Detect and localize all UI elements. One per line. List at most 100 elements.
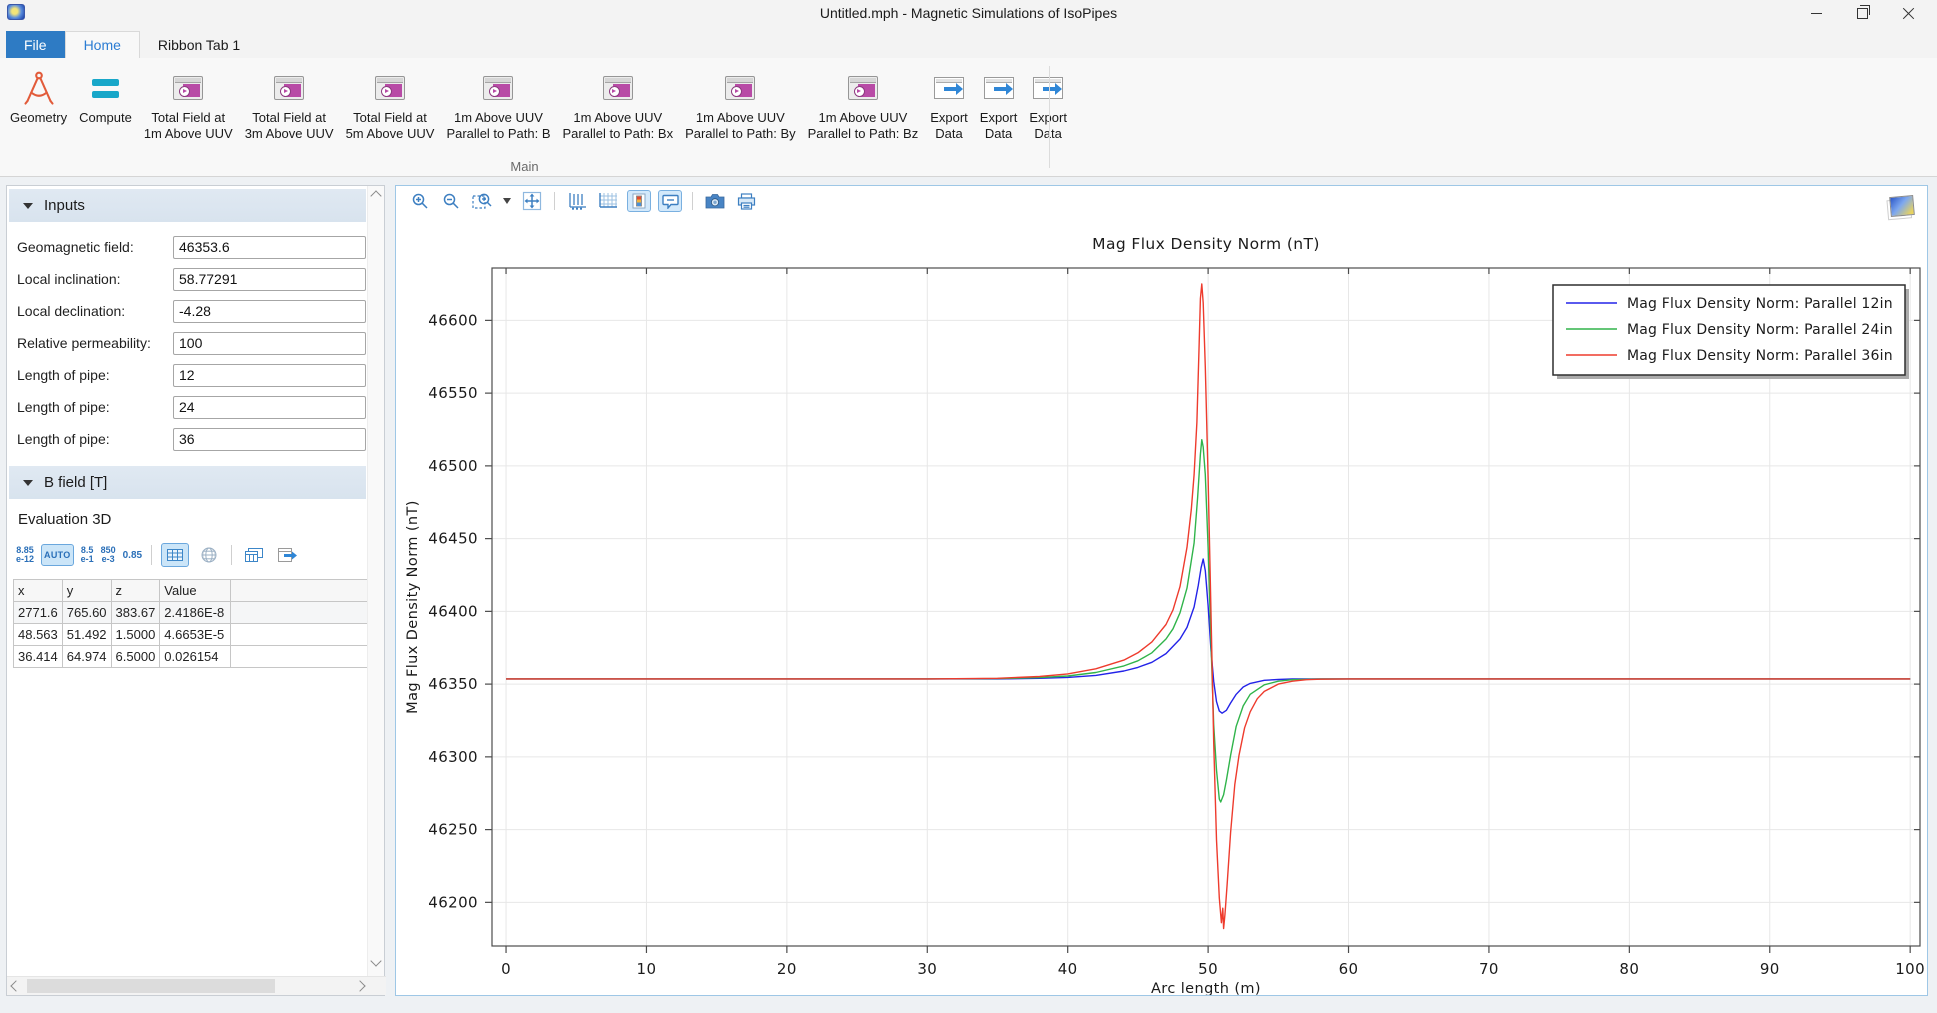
scroll-right-icon[interactable]: [354, 980, 365, 991]
legend-entry: Mag Flux Density Norm: Parallel 12in: [1627, 296, 1893, 312]
plot-parallel-bx-button[interactable]: 1m Above UUVParallel to Path: Bx: [557, 64, 680, 144]
pipe-length-36-input[interactable]: [173, 428, 366, 451]
zoom-box-button[interactable]: [470, 190, 494, 212]
image-snapshot-button[interactable]: [703, 190, 727, 212]
svg-text:46450: 46450: [428, 530, 478, 548]
svg-text:20: 20: [777, 960, 797, 978]
plot-parallel-bz-button[interactable]: 1m Above UUVParallel to Path: Bz: [802, 64, 925, 144]
field-row-geomagnetic: Geomagnetic field:: [7, 231, 368, 263]
relative-permeability-input[interactable]: [173, 332, 366, 355]
export-table-button[interactable]: [274, 544, 300, 566]
plot-snapshot-icon[interactable]: [1889, 195, 1915, 217]
svg-text:46350: 46350: [428, 675, 478, 693]
globe-view-button[interactable]: [196, 544, 222, 566]
precision-e12-button[interactable]: 8.85e-12: [16, 546, 34, 564]
col-header-value[interactable]: Value: [160, 580, 231, 602]
tab-ribbon-tab-1[interactable]: Ribbon Tab 1: [140, 31, 258, 58]
chevron-down-icon[interactable]: [503, 198, 511, 204]
svg-text:10: 10: [637, 960, 657, 978]
ribbon-group-main: Geometry Compute Total Field at1m Above …: [0, 58, 1049, 176]
collapse-triangle-icon: [23, 480, 33, 486]
field-row-pipe-12: Length of pipe:: [7, 359, 368, 391]
zoom-in-button[interactable]: [408, 190, 432, 212]
table-row[interactable]: 48.563 51.492 1.5000 4.6653E-5: [14, 624, 368, 646]
svg-text:100: 100: [1895, 960, 1925, 978]
tab-file[interactable]: File: [6, 31, 65, 58]
minimize-icon: [1811, 13, 1822, 14]
plot-parallel-by-button[interactable]: 1m Above UUVParallel to Path: By: [679, 64, 802, 144]
local-inclination-input[interactable]: [173, 268, 366, 291]
scroll-up-icon[interactable]: [370, 190, 381, 201]
col-header-x[interactable]: x: [14, 580, 63, 602]
field-row-pipe-24: Length of pipe:: [7, 391, 368, 423]
svg-text:46600: 46600: [428, 311, 478, 329]
toolbar-separator: [554, 192, 555, 210]
export-data-button-2[interactable]: ExportData: [974, 64, 1024, 144]
tab-home[interactable]: Home: [65, 31, 140, 58]
printer-icon: [737, 193, 756, 210]
close-button[interactable]: [1885, 0, 1931, 27]
equals-icon: [92, 66, 119, 110]
legend: Mag Flux Density Norm: Parallel 12in Mag …: [1553, 285, 1909, 379]
table-header-row: x y z Value: [14, 580, 368, 602]
grid-toggle-button[interactable]: [596, 190, 620, 212]
legend-entry: Mag Flux Density Norm: Parallel 24in: [1627, 322, 1893, 338]
pipe-length-12-input[interactable]: [173, 364, 366, 387]
compute-button[interactable]: Compute: [73, 64, 138, 128]
print-button[interactable]: [734, 190, 758, 212]
zoom-out-button[interactable]: [439, 190, 463, 212]
svg-text:30: 30: [917, 960, 937, 978]
precision-e1-button[interactable]: 8.5e-1: [81, 546, 94, 564]
window-controls: [1793, 0, 1931, 27]
export-icon: [934, 66, 964, 110]
plot-total-field-5m-button[interactable]: Total Field at5m Above UUV: [340, 64, 441, 144]
precision-e3-button[interactable]: 850e-3: [101, 546, 116, 564]
zoom-in-icon: [411, 192, 429, 210]
grid-icon: [598, 192, 618, 210]
x-axis-label: Arc length (m): [1151, 981, 1261, 995]
axis-limits-button[interactable]: [565, 190, 589, 212]
geomagnetic-field-input[interactable]: [173, 236, 366, 259]
precision-auto-button[interactable]: AUTO: [41, 544, 74, 566]
tooltip-toggle[interactable]: [658, 190, 682, 212]
table-row[interactable]: 2771.6 765.60 383.67 2.4186E-8: [14, 602, 368, 624]
app-window: { "window": { "title": "Untitled.mph - M…: [0, 0, 1937, 1013]
plot-window-icon: [848, 66, 878, 110]
svg-text:46200: 46200: [428, 893, 478, 911]
geometry-button[interactable]: Geometry: [4, 64, 73, 128]
scroll-left-icon[interactable]: [10, 980, 21, 991]
scroll-down-icon[interactable]: [370, 955, 381, 966]
new-table-window-button[interactable]: [241, 544, 267, 566]
color-bar-icon: [632, 193, 646, 209]
field-row-pipe-36: Length of pipe:: [7, 423, 368, 455]
precision-plain-button[interactable]: 0.85: [123, 551, 142, 560]
export-data-button-1[interactable]: ExportData: [924, 64, 974, 144]
svg-text:46500: 46500: [428, 457, 478, 475]
close-icon: [1902, 7, 1915, 20]
plot-parallel-b-button[interactable]: 1m Above UUVParallel to Path: B: [440, 64, 556, 144]
svg-text:60: 60: [1339, 960, 1359, 978]
pipe-length-24-input[interactable]: [173, 396, 366, 419]
col-header-z[interactable]: z: [111, 580, 160, 602]
field-row-inclination: Local inclination:: [7, 263, 368, 295]
table-row[interactable]: 36.414 64.974 6.5000 0.026154: [14, 646, 368, 668]
inputs-section-header[interactable]: Inputs: [9, 189, 366, 222]
plot-total-field-1m-button[interactable]: Total Field at1m Above UUV: [138, 64, 239, 144]
vertical-scrollbar[interactable]: [367, 186, 384, 976]
ribbon-tab-bar: File Home Ribbon Tab 1: [0, 27, 1937, 58]
plot-total-field-3m-button[interactable]: Total Field at3m Above UUV: [239, 64, 340, 144]
line-chart: 0102030405060708090100462004625046300463…: [396, 216, 1927, 995]
zoom-extents-button[interactable]: [520, 190, 544, 212]
plot-window-icon: [375, 66, 405, 110]
color-legend-toggle[interactable]: [627, 190, 651, 212]
minimize-button[interactable]: [1793, 0, 1839, 27]
table-view-toggle[interactable]: [161, 543, 189, 567]
svg-text:70: 70: [1479, 960, 1499, 978]
horizontal-scrollbar[interactable]: [7, 976, 386, 995]
speech-bubble-icon: [662, 194, 679, 209]
local-declination-input[interactable]: [173, 300, 366, 323]
col-header-y[interactable]: y: [62, 580, 111, 602]
restore-button[interactable]: [1839, 0, 1885, 27]
bfield-section-header[interactable]: B field [T]: [9, 466, 366, 499]
scrollbar-thumb[interactable]: [27, 979, 275, 993]
